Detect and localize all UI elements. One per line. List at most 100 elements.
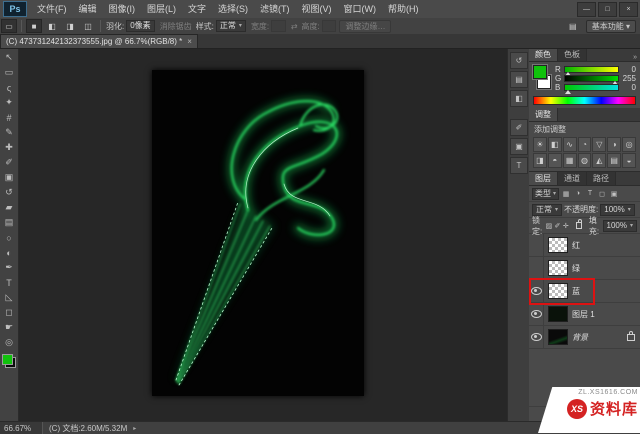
shape-tool-icon[interactable]: ◻: [1, 305, 17, 320]
visibility-toggle[interactable]: [529, 234, 544, 256]
menu-file[interactable]: 文件(F): [31, 1, 73, 18]
curves-icon[interactable]: ∿: [562, 137, 577, 152]
layer-row-red[interactable]: 红: [529, 234, 640, 257]
blue-slider-thumb[interactable]: [565, 90, 571, 94]
lock-transparent-pixels-icon[interactable]: ▨: [546, 221, 553, 231]
height-input[interactable]: [321, 20, 337, 32]
red-value[interactable]: 0: [622, 65, 636, 74]
red-slider[interactable]: [564, 66, 619, 76]
visibility-toggle[interactable]: [529, 303, 544, 325]
hand-tool-icon[interactable]: ☛: [1, 320, 17, 335]
layer-thumbnail[interactable]: [548, 283, 568, 299]
lasso-tool-icon[interactable]: ς: [1, 80, 17, 95]
layer-row-layer1[interactable]: 图层 1: [529, 303, 640, 326]
menu-select[interactable]: 选择(S): [212, 1, 254, 18]
filter-adjustment-layers-icon[interactable]: ◑: [573, 189, 583, 199]
magic-wand-tool-icon[interactable]: ✦: [1, 95, 17, 110]
menu-filter[interactable]: 滤镜(T): [254, 1, 296, 18]
spot-healing-tool-icon[interactable]: ✚: [1, 140, 17, 155]
photo-filter-icon[interactable]: ◓: [547, 153, 562, 168]
bridge-icon[interactable]: ▤: [565, 19, 581, 33]
channel-mixer-icon[interactable]: ▦: [562, 153, 577, 168]
green-value[interactable]: 255: [622, 74, 636, 83]
intersect-selection-icon[interactable]: ◫: [80, 19, 96, 33]
tab-close-icon[interactable]: ×: [187, 37, 192, 46]
color-lookup-icon[interactable]: ◍: [577, 153, 592, 168]
character-panel-icon[interactable]: T: [510, 157, 528, 174]
filter-smart-object-icon[interactable]: ▣: [609, 189, 619, 199]
width-input[interactable]: [271, 20, 286, 32]
zoom-tool-icon[interactable]: ◎: [1, 335, 17, 350]
lock-all-icon[interactable]: [576, 219, 582, 229]
layer-name[interactable]: 蓝: [572, 286, 622, 297]
filter-pixel-layers-icon[interactable]: ▦: [561, 189, 571, 199]
path-selection-tool-icon[interactable]: ◺: [1, 290, 17, 305]
layer-name[interactable]: 背景: [572, 332, 622, 343]
dodge-tool-icon[interactable]: ◐: [1, 245, 17, 260]
refine-edge-button[interactable]: 调整边缘…: [339, 19, 392, 33]
invert-icon[interactable]: ◭: [592, 153, 607, 168]
brush-tool-icon[interactable]: ✐: [1, 155, 17, 170]
color-spectrum-ramp[interactable]: [533, 96, 636, 105]
canvas-area[interactable]: [18, 48, 507, 421]
layer-thumbnail[interactable]: [548, 306, 568, 322]
vibrance-icon[interactable]: ▽: [592, 137, 607, 152]
brush-panel-icon[interactable]: ✐: [510, 119, 528, 136]
layer-name[interactable]: 绿: [572, 263, 622, 274]
eraser-tool-icon[interactable]: ▰: [1, 200, 17, 215]
visibility-toggle[interactable]: [529, 280, 544, 302]
collapse-panels-icon[interactable]: »: [630, 54, 640, 61]
layer-thumbnail[interactable]: [548, 237, 568, 253]
panel-foreground-swatch[interactable]: [533, 65, 547, 79]
eyedropper-tool-icon[interactable]: ✎: [1, 125, 17, 140]
posterize-icon[interactable]: ▤: [607, 153, 622, 168]
layer-thumbnail[interactable]: [548, 329, 568, 345]
antialias-checkbox[interactable]: 消除锯齿: [160, 21, 192, 32]
blue-value[interactable]: 0: [622, 83, 636, 92]
feather-input[interactable]: 0像素: [126, 20, 155, 32]
color-balance-icon[interactable]: ◎: [622, 137, 636, 152]
info-panel-icon[interactable]: ◧: [510, 90, 528, 107]
tab-layers[interactable]: 图层: [529, 172, 558, 185]
visibility-toggle[interactable]: [529, 326, 544, 348]
exposure-icon[interactable]: ◔: [577, 137, 592, 152]
brightness-contrast-icon[interactable]: ☀: [533, 137, 547, 152]
filter-type-layers-icon[interactable]: T: [585, 189, 595, 199]
document-image[interactable]: [152, 70, 364, 396]
status-options-icon[interactable]: ▸: [133, 425, 136, 432]
document-tab[interactable]: (C) 473731242132373555.jpg @ 66.7%(RGB/8…: [0, 34, 198, 48]
menu-window[interactable]: 窗口(W): [338, 1, 383, 18]
visibility-toggle[interactable]: [529, 257, 544, 279]
workspace-button[interactable]: 基本功能 ▾: [585, 19, 636, 33]
green-slider[interactable]: [564, 75, 619, 85]
tab-paths[interactable]: 路径: [587, 172, 616, 185]
rectangular-marquee-tool-icon[interactable]: ▭: [1, 65, 17, 80]
opacity-value[interactable]: 100% ▾: [600, 203, 635, 216]
maximize-button[interactable]: □: [598, 1, 617, 17]
hue-saturation-icon[interactable]: ◑: [607, 137, 622, 152]
levels-icon[interactable]: ◧: [547, 137, 562, 152]
subtract-selection-icon[interactable]: ◨: [62, 19, 78, 33]
crop-tool-icon[interactable]: #: [1, 110, 17, 125]
add-selection-icon[interactable]: ◧: [44, 19, 60, 33]
blue-slider[interactable]: [564, 84, 619, 94]
menu-type[interactable]: 文字: [182, 1, 212, 18]
minimize-button[interactable]: —: [577, 1, 596, 17]
layer-row-background[interactable]: 背景: [529, 326, 640, 349]
blur-tool-icon[interactable]: ○: [1, 230, 17, 245]
close-button[interactable]: ×: [619, 1, 638, 17]
clone-stamp-tool-icon[interactable]: ▣: [1, 170, 17, 185]
layer-name[interactable]: 图层 1: [572, 309, 622, 320]
history-panel-icon[interactable]: ↺: [510, 52, 528, 69]
tab-adjustments[interactable]: 调整: [529, 108, 558, 121]
threshold-icon[interactable]: ◒: [622, 153, 636, 168]
gradient-tool-icon[interactable]: ▤: [1, 215, 17, 230]
current-tool-icon[interactable]: ▭: [1, 19, 17, 33]
filter-shape-layers-icon[interactable]: ◻: [597, 189, 607, 199]
move-tool-icon[interactable]: ↖: [1, 50, 17, 65]
type-tool-icon[interactable]: T: [1, 275, 17, 290]
menu-view[interactable]: 视图(V): [296, 1, 338, 18]
style-dropdown[interactable]: 正常 ▾: [215, 20, 246, 32]
layer-thumbnail[interactable]: [548, 260, 568, 276]
fill-value[interactable]: 100% ▾: [602, 219, 637, 232]
